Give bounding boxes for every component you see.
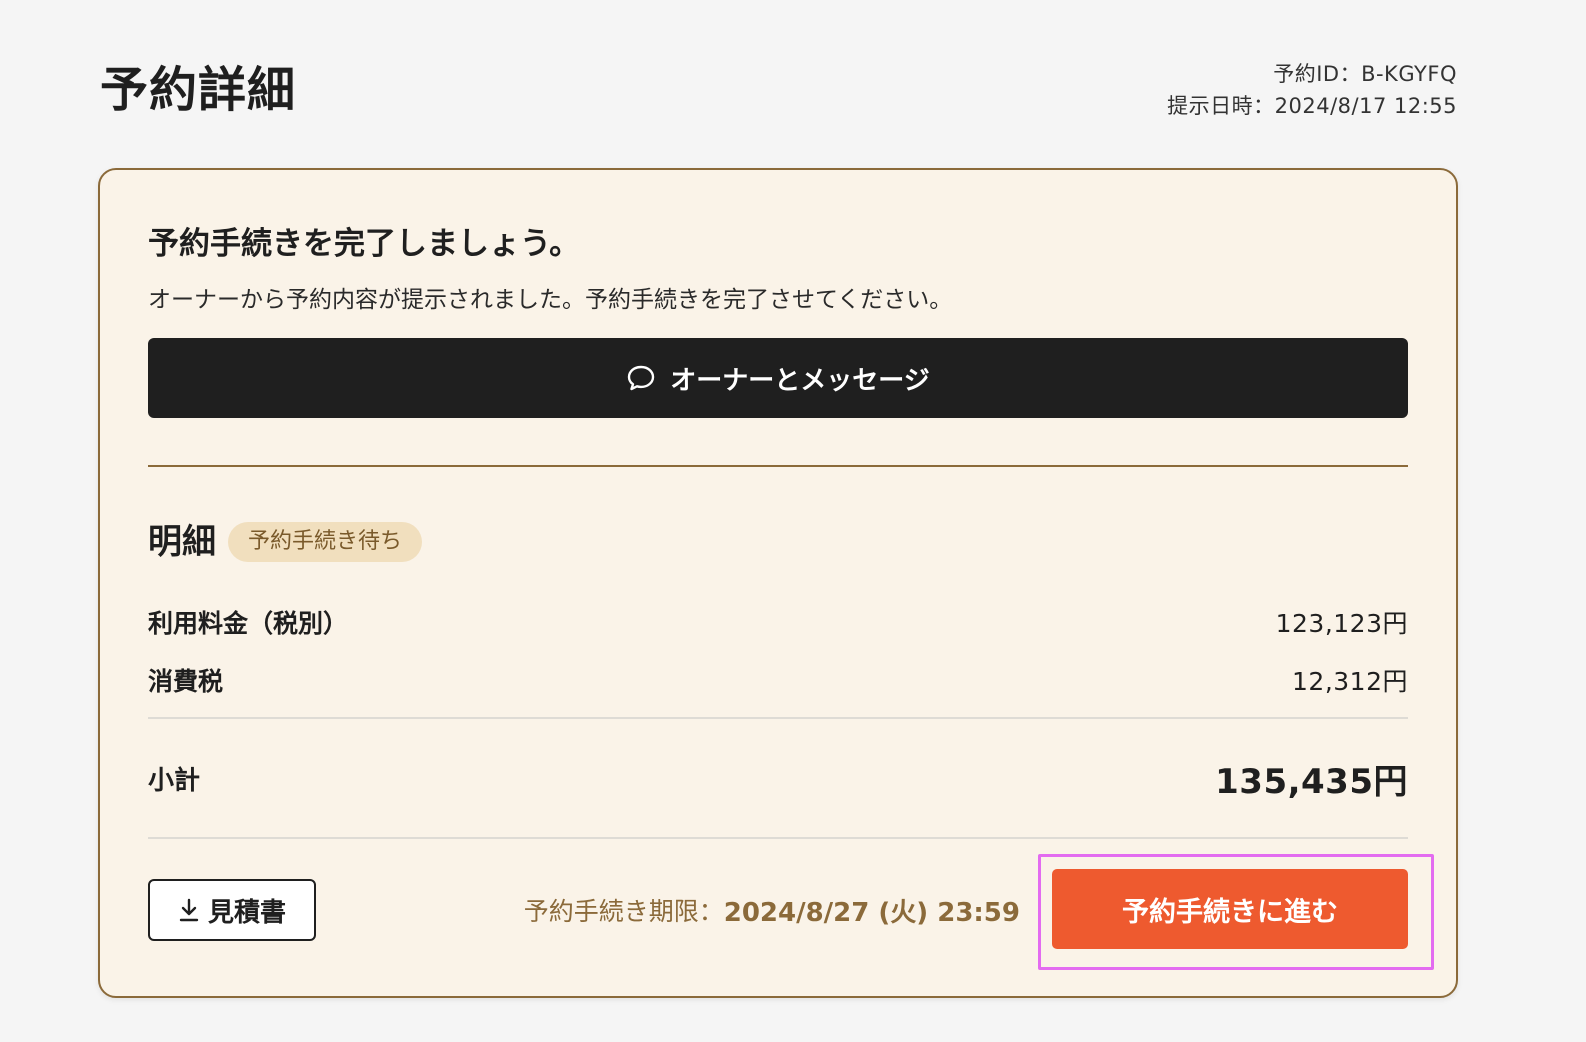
page-title: 予約詳細 xyxy=(100,62,297,118)
section-divider xyxy=(148,465,1408,467)
line-item-label: 消費税 xyxy=(148,667,224,696)
line-divider xyxy=(148,837,1408,839)
speech-bubble-icon xyxy=(626,363,656,393)
subtotal-row: 小計 135,435円 xyxy=(148,756,1408,802)
line-item-consumption-tax: 消費税 12,312円 xyxy=(148,662,1408,698)
card-headline: 予約手続きを完了しましょう。 xyxy=(148,226,581,262)
message-owner-button[interactable]: オーナーとメッセージ xyxy=(148,338,1408,418)
card-content: 予約手続きを完了しましょう。 オーナーから予約内容が提示されました。予約手続きを… xyxy=(148,170,1434,996)
booking-deadline: 予約手続き期限： 2024/8/27 (火) 23:59 xyxy=(524,890,1020,930)
deadline-label: 予約手続き期限： xyxy=(523,897,724,926)
proceed-booking-button[interactable]: 予約手続きに進む xyxy=(1052,869,1408,949)
reservation-id: 予約ID：B-KGYFQ xyxy=(1273,62,1457,86)
reservation-card: 予約手続きを完了しましょう。 オーナーから予約内容が提示されました。予約手続きを… xyxy=(98,168,1458,998)
download-quote-label: 見積書 xyxy=(207,897,286,928)
subtotal-value: 135,435円 xyxy=(1215,761,1408,802)
line-item-label: 利用料金（税別） xyxy=(148,609,349,638)
deadline-value: 2024/8/27 (火) 23:59 xyxy=(723,897,1020,928)
line-item-usage-fee: 利用料金（税別） 123,123円 xyxy=(148,604,1408,640)
line-item-value: 12,312円 xyxy=(1292,667,1408,696)
line-divider xyxy=(148,717,1408,719)
line-item-value: 123,123円 xyxy=(1275,609,1408,638)
status-badge: 予約手続き待ち xyxy=(228,522,423,562)
download-icon xyxy=(178,897,200,923)
download-quote-button[interactable]: 見積書 xyxy=(148,879,316,941)
details-title: 明細 xyxy=(148,522,216,562)
reservation-meta: 予約ID：B-KGYFQ 提示日時：2024/8/17 12:55 xyxy=(1167,58,1457,122)
message-owner-label: オーナーとメッセージ xyxy=(670,365,930,396)
subtotal-label: 小計 xyxy=(148,765,201,796)
details-heading: 明細 予約手続き待ち xyxy=(148,520,423,564)
presented-datetime: 提示日時：2024/8/17 12:55 xyxy=(1167,94,1457,118)
reservation-detail-page: 予約詳細 予約ID：B-KGYFQ 提示日時：2024/8/17 12:55 予… xyxy=(0,0,1586,1042)
card-description: オーナーから予約内容が提示されました。予約手続きを完了させてください。 xyxy=(148,287,953,313)
